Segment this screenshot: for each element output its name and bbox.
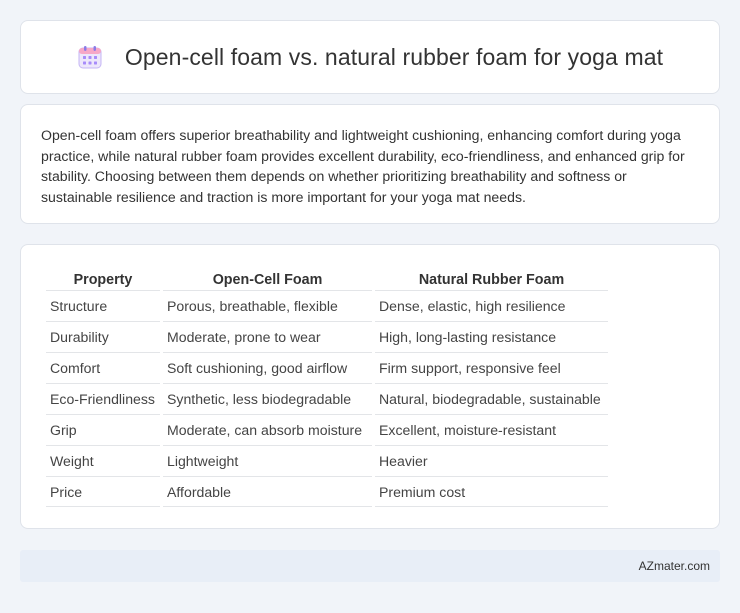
calendar-icon <box>77 44 103 70</box>
footer-brand: AZmater.com <box>638 559 710 573</box>
footer-bar: AZmater.com <box>20 550 720 582</box>
table-row: Comfort Soft cushioning, good airflow Fi… <box>46 352 608 383</box>
table-header-row: Property Open-Cell Foam Natural Rubber F… <box>46 265 608 290</box>
open-cell-value: Soft cushioning, good airflow <box>163 352 372 383</box>
natural-rubber-value: Firm support, responsive feel <box>375 352 608 383</box>
natural-rubber-value: Natural, biodegradable, sustainable <box>375 383 608 414</box>
table-row: Eco-Friendliness Synthetic, less biodegr… <box>46 383 608 414</box>
comparison-table: Property Open-Cell Foam Natural Rubber F… <box>43 265 611 507</box>
open-cell-value: Moderate, prone to wear <box>163 321 372 352</box>
row-property: Weight <box>46 445 160 476</box>
table-row: Weight Lightweight Heavier <box>46 445 608 476</box>
open-cell-value: Synthetic, less biodegradable <box>163 383 372 414</box>
column-header-open-cell-foam: Open-Cell Foam <box>212 272 323 288</box>
row-property: Eco-Friendliness <box>46 383 160 414</box>
open-cell-value: Lightweight <box>163 445 372 476</box>
row-property: Comfort <box>46 352 160 383</box>
row-property: Durability <box>46 321 160 352</box>
open-cell-value: Moderate, can absorb moisture <box>163 414 372 445</box>
row-property: Price <box>46 476 160 507</box>
open-cell-value: Porous, breathable, flexible <box>163 290 372 321</box>
title-card: Open-cell foam vs. natural rubber foam f… <box>20 20 720 94</box>
table-row: Durability Moderate, prone to wear High,… <box>46 321 608 352</box>
table-card: Property Open-Cell Foam Natural Rubber F… <box>20 244 720 529</box>
natural-rubber-value: Heavier <box>375 445 608 476</box>
row-property: Structure <box>46 290 160 321</box>
table-row: Grip Moderate, can absorb moisture Excel… <box>46 414 608 445</box>
table-row: Structure Porous, breathable, flexible D… <box>46 290 608 321</box>
natural-rubber-value: Excellent, moisture-resistant <box>375 414 608 445</box>
page-title: Open-cell foam vs. natural rubber foam f… <box>124 43 664 70</box>
natural-rubber-value: Premium cost <box>375 476 608 507</box>
row-property: Grip <box>46 414 160 445</box>
summary-text: Open-cell foam offers superior breathabi… <box>41 127 685 205</box>
column-header-natural-rubber-foam: Natural Rubber Foam <box>418 272 565 288</box>
summary-card: Open-cell foam offers superior breathabi… <box>20 104 720 224</box>
open-cell-value: Affordable <box>163 476 372 507</box>
natural-rubber-value: High, long-lasting resistance <box>375 321 608 352</box>
natural-rubber-value: Dense, elastic, high resilience <box>375 290 608 321</box>
table-row: Price Affordable Premium cost <box>46 476 608 507</box>
column-header-property: Property <box>73 272 133 288</box>
